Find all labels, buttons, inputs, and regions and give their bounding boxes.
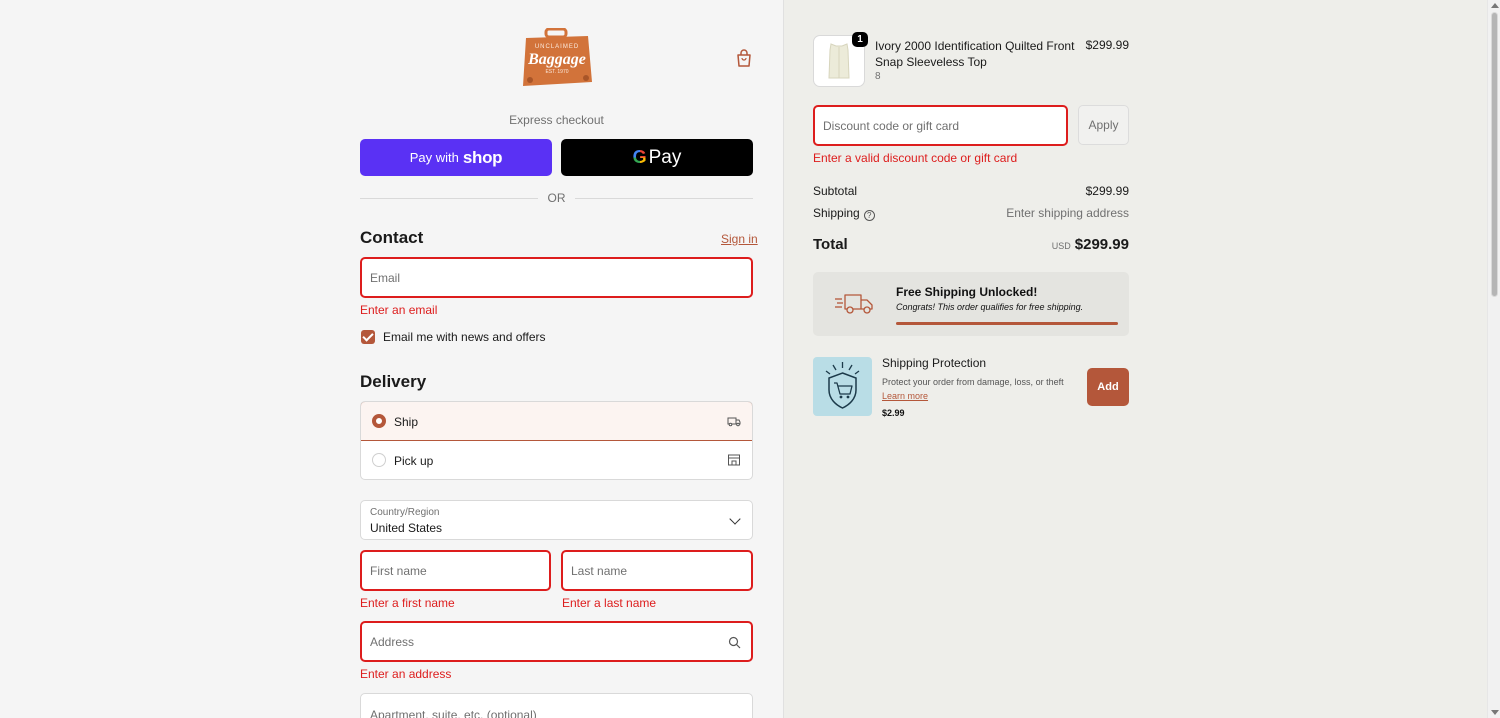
first-name-field[interactable]: First name [360, 550, 551, 591]
shop-pay-button[interactable]: Pay with shop [360, 139, 552, 176]
free-shipping-progress-bar [896, 322, 1118, 325]
scroll-down-arrow-icon[interactable] [1491, 710, 1499, 715]
total-currency: USD [1051, 241, 1071, 251]
free-shipping-subtitle: Congrats! This order qualifies for free … [896, 302, 1084, 312]
learn-more-link[interactable]: Learn more [882, 391, 928, 401]
newsletter-label[interactable]: Email me with news and offers [383, 330, 546, 344]
discount-placeholder: Discount code or gift card [823, 118, 960, 133]
apartment-placeholder: Apartment, suite, etc. (optional) [370, 708, 537, 718]
shop-pay-prefix: Pay with [409, 150, 459, 165]
discount-code-field[interactable]: Discount code or gift card [813, 105, 1068, 146]
email-error: Enter an email [360, 303, 438, 317]
google-pay-button[interactable]: G Pay [561, 139, 753, 176]
last-name-placeholder: Last name [571, 563, 628, 578]
first-name-error: Enter a first name [360, 596, 455, 610]
logo-est-text: EST. 1970 [545, 69, 568, 75]
shipping-value: Enter shipping address [1006, 206, 1129, 220]
last-name-field[interactable]: Last name [561, 550, 753, 591]
shop-pay-brand: shop [462, 147, 503, 167]
delivery-heading: Delivery [360, 372, 427, 391]
subtotal-value: $299.99 [1085, 184, 1129, 198]
ship-radio[interactable] [372, 414, 386, 428]
search-icon[interactable] [728, 636, 741, 652]
logo-top-text: UNCLAIMED [535, 44, 579, 50]
chevron-down-icon [729, 513, 741, 525]
email-placeholder: Email [370, 270, 401, 285]
product-price: $299.99 [1085, 38, 1129, 52]
first-name-placeholder: First name [370, 563, 427, 578]
sign-in-link[interactable]: Sign in [721, 232, 758, 246]
total-amount: USD $299.99 [1000, 236, 1129, 253]
checkout-form-panel: UNCLAIMED Baggage EST. 1970 Express chec… [0, 0, 783, 718]
delivery-option-pickup[interactable]: Pick up [361, 441, 752, 479]
shipping-protection-title: Shipping Protection [882, 356, 987, 370]
delivery-truck-icon [834, 291, 874, 315]
shipping-row-label: Shipping? [813, 206, 875, 221]
product-variant: 8 [875, 71, 881, 82]
express-checkout-label: Express checkout [509, 113, 604, 127]
add-protection-button[interactable]: Add [1087, 368, 1129, 406]
page-scrollbar[interactable] [1487, 0, 1500, 718]
shopping-bag-icon[interactable] [734, 48, 754, 68]
apartment-field[interactable]: Apartment, suite, etc. (optional) [360, 693, 753, 718]
subtotal-label: Subtotal [813, 184, 858, 198]
truck-icon [727, 414, 741, 428]
ship-label: Ship [394, 415, 419, 429]
quantity-badge: 1 [852, 32, 868, 47]
product-name: Ivory 2000 Identification Quilted Front … [875, 39, 1075, 69]
country-label: Country/Region [370, 507, 440, 518]
or-label: OR [547, 191, 566, 205]
shipping-protection-shield-icon [813, 357, 872, 416]
email-field[interactable]: Email [360, 257, 753, 298]
google-g-icon: G [632, 147, 647, 167]
country-value: United States [370, 521, 443, 535]
shipping-label: Shipping [813, 206, 860, 220]
free-shipping-title: Free Shipping Unlocked! [896, 285, 1038, 299]
address-error: Enter an address [360, 667, 452, 681]
country-select[interactable]: Country/Region United States [360, 500, 753, 540]
contact-heading: Contact [360, 228, 424, 247]
logo-main-text: Baggage [527, 51, 586, 68]
delivery-option-ship[interactable]: Ship [361, 402, 752, 441]
last-name-error: Enter a last name [562, 596, 657, 610]
total-label: Total [813, 236, 848, 253]
address-field[interactable]: Address [360, 621, 753, 662]
total-value: $299.99 [1074, 236, 1129, 253]
scroll-up-arrow-icon[interactable] [1491, 3, 1499, 8]
pickup-radio[interactable] [372, 453, 386, 467]
shipping-protection-price: $2.99 [882, 408, 905, 418]
store-icon [727, 453, 741, 467]
shipping-protection-description: Protect your order from damage, loss, or… [882, 377, 1064, 387]
pickup-label: Pick up [394, 454, 434, 468]
address-placeholder: Address [370, 634, 415, 649]
scrollbar-thumb[interactable] [1491, 12, 1498, 297]
newsletter-checkbox[interactable] [361, 330, 375, 344]
apply-button[interactable]: Apply [1078, 105, 1129, 145]
discount-error: Enter a valid discount code or gift card [813, 151, 1018, 165]
help-icon[interactable]: ? [863, 210, 875, 221]
unclaimed-baggage-logo[interactable]: UNCLAIMED Baggage EST. 1970 [520, 27, 594, 88]
or-divider: OR [360, 191, 753, 205]
google-pay-label: Pay [648, 146, 682, 168]
delivery-method-group: Ship Pick up [360, 401, 753, 480]
